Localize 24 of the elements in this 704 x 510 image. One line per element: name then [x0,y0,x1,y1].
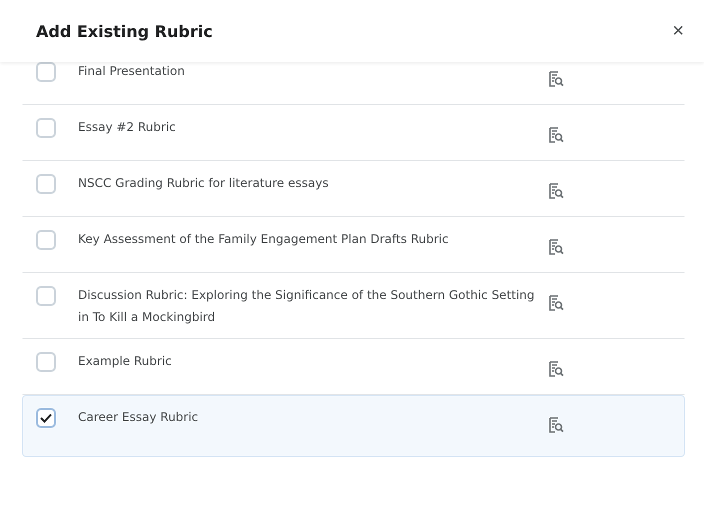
checkbox[interactable] [36,230,56,250]
preview-icon[interactable] [548,126,564,144]
checkbox[interactable] [36,286,56,306]
rubric-name: Final Presentation [78,63,186,80]
checkbox[interactable] [36,352,56,372]
preview-icon[interactable] [548,238,564,256]
rubric-name: Discussion Rubric: Exploring the Significance of the Southern Gothic Setting in To Kill a Mockingbird [78,287,536,326]
rubric-name: Career Essay Rubric [78,409,200,426]
checkbox[interactable] [36,408,56,428]
checkbox[interactable] [36,118,56,138]
rubric-name: NSCC Grading Rubric for literature essays [78,175,330,192]
rubric-name: Essay #2 Rubric [78,119,177,136]
checkbox[interactable] [36,174,56,194]
preview-icon[interactable] [548,360,564,378]
checkbox[interactable] [36,62,56,82]
preview-icon[interactable] [548,416,564,434]
preview-icon[interactable] [548,70,564,88]
close-button[interactable]: × [666,18,690,44]
preview-icon[interactable] [548,294,564,312]
rubric-name: Example Rubric [78,353,173,370]
checkmark-icon [40,413,52,423]
dialog-title: Add Existing Rubric [36,22,213,40]
rubric-name: Key Assessment of the Family Engagement Plan Drafts Rubric [78,231,450,248]
preview-icon[interactable] [548,182,564,200]
